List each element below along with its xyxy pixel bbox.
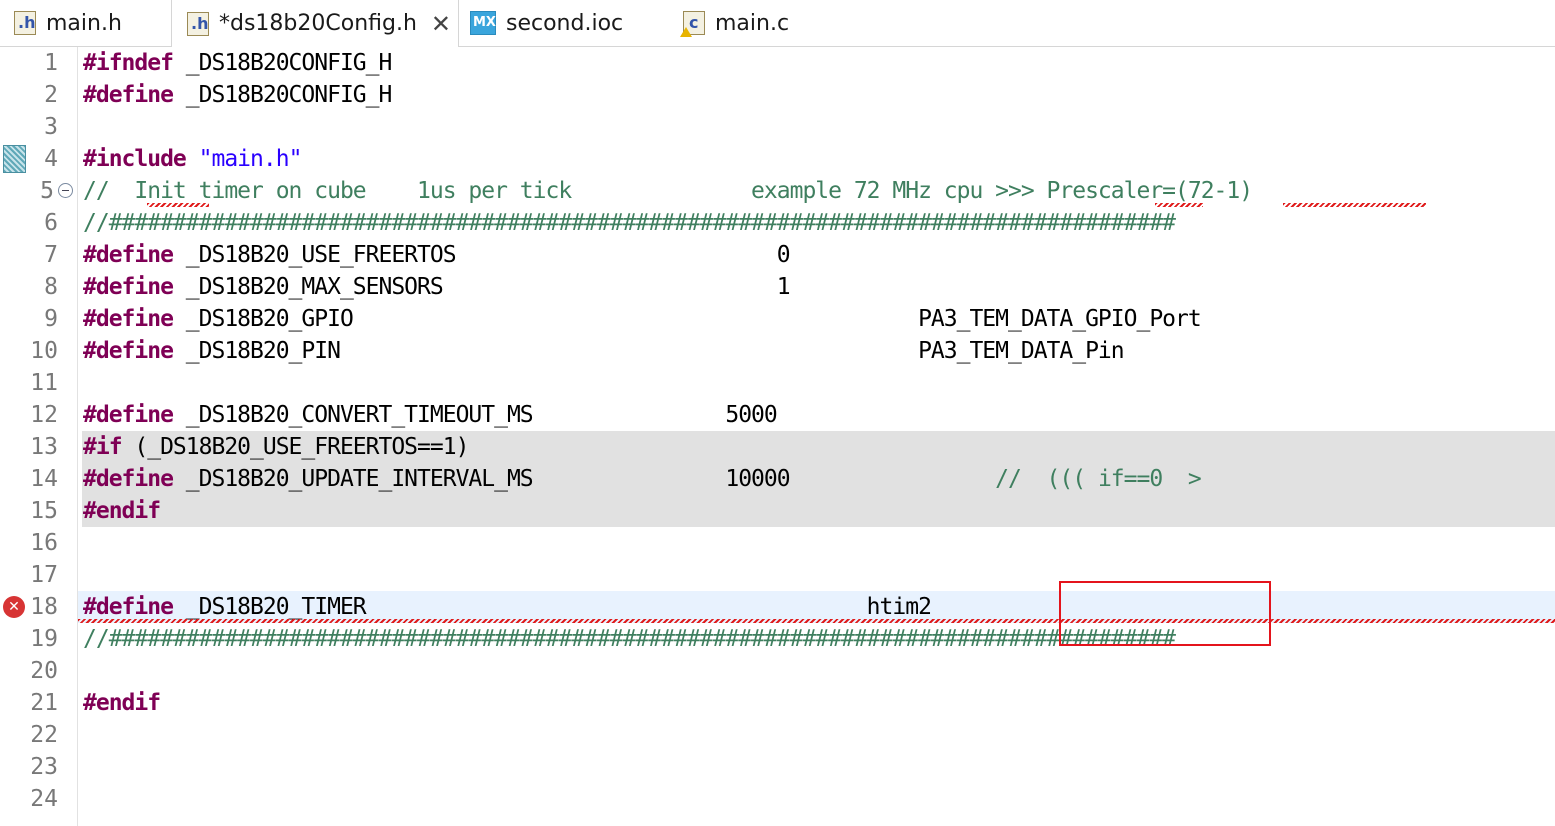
code-text: #if (_DS18B20_USE_FREERTOS==1) <box>83 434 469 460</box>
tab-label: second.ioc <box>506 10 624 36</box>
code-line[interactable]: 5 // Init timer on cube 1us per tick exa… <box>0 175 1555 207</box>
warning-icon <box>680 27 692 37</box>
code-line[interactable]: 17 <box>0 559 1555 591</box>
line-number: 4 <box>44 146 58 172</box>
line-number: 13 <box>30 434 58 460</box>
annotation-highlight-box <box>1059 581 1271 646</box>
code-line[interactable]: 10 #define _DS18B20_PIN PA3_TEM_DATA_Pin <box>0 335 1555 367</box>
code-line[interactable]: 24 <box>0 783 1555 815</box>
code-line[interactable]: 2 #define _DS18B20CONFIG_H <box>0 79 1555 111</box>
line-number: 2 <box>44 82 58 108</box>
code-text: // Init timer on cube 1us per tick examp… <box>83 178 1253 204</box>
code-text: //######################################… <box>83 210 1176 236</box>
line-number: 23 <box>30 754 58 780</box>
code-line[interactable]: 9 #define _DS18B20_GPIO PA3_TEM_DATA_GPI… <box>0 303 1555 335</box>
code-line[interactable]: 15 #endif <box>0 495 1555 527</box>
line-number: 19 <box>30 626 58 652</box>
tab-label: main.c <box>715 10 790 36</box>
code-editor[interactable]: 1 #ifndef _DS18B20CONFIG_H 2 #define _DS… <box>0 47 1555 826</box>
line-number: 6 <box>44 210 58 236</box>
code-line[interactable]: 7 #define _DS18B20_USE_FREERTOS 0 <box>0 239 1555 271</box>
code-text: #define _DS18B20CONFIG_H <box>83 82 392 108</box>
code-text: #define _DS18B20_CONVERT_TIMEOUT_MS 5000 <box>83 402 778 428</box>
code-text: #define _DS18B20_USE_FREERTOS 0 <box>83 242 791 268</box>
editor-tab-bar: .h main.h .h *ds18b20Config.h ✕ MX secon… <box>0 0 1555 47</box>
line-number: 20 <box>30 658 58 684</box>
line-number: 1 <box>44 50 58 76</box>
fold-collapse-icon[interactable] <box>58 183 73 198</box>
code-line[interactable]: 21 #endif <box>0 687 1555 719</box>
code-line[interactable]: 4 #include "main.h" <box>0 143 1555 175</box>
line-number: 8 <box>44 274 58 300</box>
tab-main-c[interactable]: c main.c <box>680 0 790 46</box>
code-line[interactable]: 20 <box>0 655 1555 687</box>
code-line[interactable]: 11 <box>0 367 1555 399</box>
close-icon[interactable]: ✕ <box>431 10 451 38</box>
line-number: 10 <box>30 338 58 364</box>
code-line[interactable]: 19 //###################################… <box>0 623 1555 655</box>
code-text: #ifndef _DS18B20CONFIG_H <box>83 50 392 76</box>
code-text: #define _DS18B20_GPIO PA3_TEM_DATA_GPIO_… <box>83 306 1202 332</box>
h-file-icon: .h <box>187 11 209 36</box>
line-number: 12 <box>30 402 58 428</box>
code-line[interactable]: 3 <box>0 111 1555 143</box>
code-line[interactable]: 22 <box>0 719 1555 751</box>
line-number: 21 <box>30 690 58 716</box>
code-text: #include "main.h" <box>83 146 302 172</box>
h-file-icon: .h <box>14 11 36 35</box>
code-line[interactable]: 1 #ifndef _DS18B20CONFIG_H <box>0 47 1555 79</box>
code-line[interactable]: 16 <box>0 527 1555 559</box>
code-line[interactable]: 23 <box>0 751 1555 783</box>
mx-file-icon: MX <box>470 11 496 35</box>
line-number: 17 <box>30 562 58 588</box>
code-text: #define _DS18B20_MAX_SENSORS 1 <box>83 274 791 300</box>
code-line[interactable]: 14 #define _DS18B20_UPDATE_INTERVAL_MS 1… <box>0 463 1555 495</box>
code-text: #define _DS18B20_PIN PA3_TEM_DATA_Pin <box>83 338 1125 364</box>
tab-second-ioc[interactable]: MX second.ioc <box>470 0 623 46</box>
code-line[interactable]: 13 #if (_DS18B20_USE_FREERTOS==1) <box>0 431 1555 463</box>
c-file-icon: c <box>680 11 705 37</box>
line-number: 5 <box>40 178 54 204</box>
code-text: #endif <box>83 498 161 524</box>
code-text: #endif <box>83 690 161 716</box>
tab-main-h[interactable]: .h main.h <box>14 0 122 46</box>
line-number: 3 <box>44 114 58 140</box>
line-number: 7 <box>44 242 58 268</box>
tab-ds18b20config-h[interactable]: .h *ds18b20Config.h ✕ <box>171 0 459 47</box>
code-line[interactable]: 12 #define _DS18B20_CONVERT_TIMEOUT_MS 5… <box>0 399 1555 431</box>
line-number: 15 <box>30 498 58 524</box>
line-number: 18 <box>30 594 58 620</box>
code-line[interactable]: 6 //####################################… <box>0 207 1555 239</box>
tab-label: main.h <box>46 10 122 36</box>
code-line-current[interactable]: ✕ 18 #define _DS18B20_TIMER htim2 <box>0 591 1555 623</box>
line-number: 14 <box>30 466 58 492</box>
line-number: 16 <box>30 530 58 556</box>
line-number: 24 <box>30 786 58 812</box>
code-line[interactable]: 8 #define _DS18B20_MAX_SENSORS 1 <box>0 271 1555 303</box>
tab-label: *ds18b20Config.h <box>219 11 417 36</box>
line-number: 9 <box>44 306 58 332</box>
code-text: #define _DS18B20_UPDATE_INTERVAL_MS 1000… <box>83 466 1202 492</box>
code-text: //######################################… <box>83 626 1176 652</box>
line-number: 11 <box>30 370 58 396</box>
line-number: 22 <box>30 722 58 748</box>
